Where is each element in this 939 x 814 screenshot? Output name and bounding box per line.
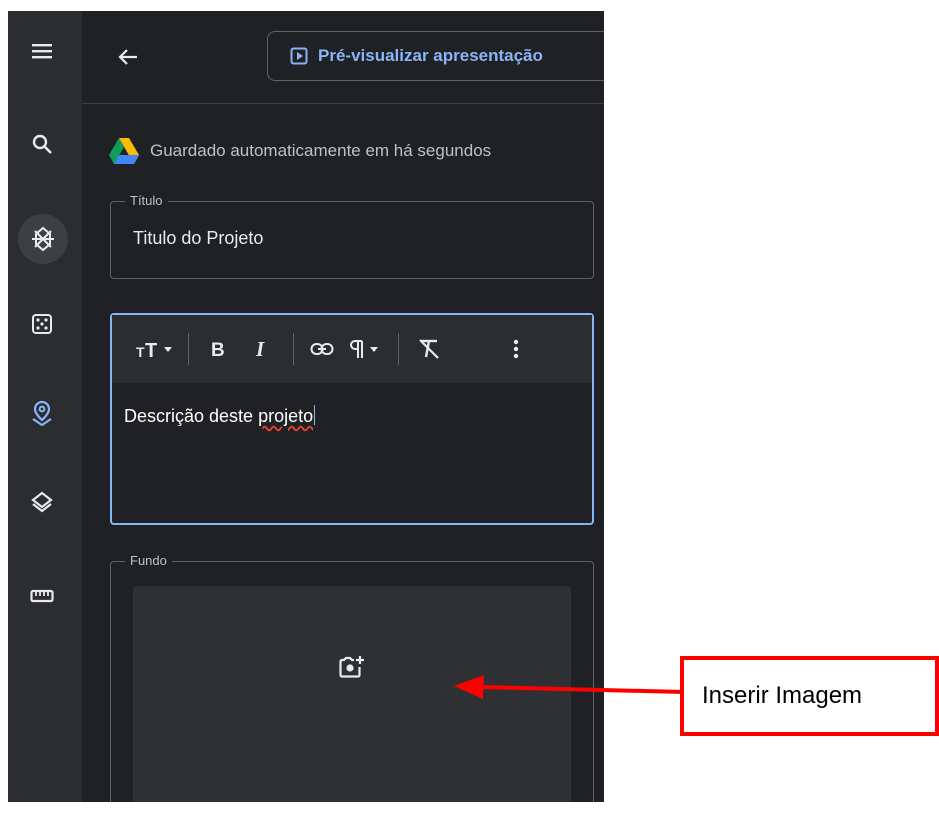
ruler-icon [30,589,54,603]
annotation-arrow [454,675,685,699]
location-pin-icon [32,400,52,426]
dice-icon [32,314,52,334]
insert-link-button[interactable] [304,331,340,367]
google-drive-icon [109,138,139,164]
autosave-text: Guardado automaticamente em há segundos [150,141,492,160]
layers-kml-icon [32,226,54,252]
svg-text:B: B [211,340,225,360]
arrow-back-icon [118,49,137,65]
map-style-button[interactable] [24,484,60,520]
more-options-button[interactable] [501,331,531,367]
description-text-start: Descrição deste [124,406,259,426]
more-vert-icon [513,339,519,359]
projects-button[interactable] [18,214,68,264]
random-button[interactable] [24,306,60,342]
bold-button[interactable]: B [199,331,237,367]
back-button[interactable] [114,43,142,71]
search-icon [32,134,52,154]
paragraph-style-button[interactable] [348,331,388,367]
places-button[interactable] [24,395,60,431]
toolbar-divider [398,333,399,365]
layers-icon [31,491,53,513]
svg-text:T: T [145,340,157,360]
autosave-status: Guardado automaticamente em há segundos [108,137,491,165]
description-editor[interactable]: T T B I Descrição deste projeto [110,313,594,525]
svg-text:I: I [255,338,265,360]
background-field-label: Fundo [125,553,172,568]
editor-topbar: Pré-visualizar apresentação [82,11,604,104]
toolbar-divider [293,333,294,365]
add-photo-button[interactable] [339,655,365,684]
title-field-label: Título [125,193,168,208]
menu-button[interactable] [24,33,60,69]
paragraph-icon [350,340,378,358]
italic-button[interactable]: I [243,331,283,367]
play-presentation-icon [290,47,308,65]
annotation-callout: Inserir Imagem [680,656,939,736]
annotation-callout-text: Inserir Imagem [702,682,863,709]
rich-text-toolbar: T T B I [112,315,592,383]
title-field-value[interactable]: Titulo do Projeto [133,228,263,249]
preview-button-label: Pré-visualizar apresentação [318,46,543,65]
clear-format-icon [419,339,439,359]
misspelled-word: projeto [258,406,314,426]
left-rail [8,11,82,802]
search-button[interactable] [24,126,60,162]
add-photo-icon [339,656,364,678]
text-caret [314,405,316,425]
svg-text:T: T [136,344,145,360]
menu-icon [32,44,52,59]
text-size-icon: T T [136,340,172,360]
text-size-button[interactable]: T T [134,331,178,367]
description-text[interactable]: Descrição deste projeto [124,405,316,427]
toolbar-divider [188,333,189,365]
title-field[interactable]: Título Titulo do Projeto [110,193,594,279]
italic-icon: I [255,338,265,360]
bold-icon: B [211,340,225,360]
preview-presentation-button[interactable]: Pré-visualizar apresentação [267,31,604,81]
clear-formatting-button[interactable] [409,331,449,367]
measure-button[interactable] [24,578,60,614]
link-icon [310,343,334,355]
